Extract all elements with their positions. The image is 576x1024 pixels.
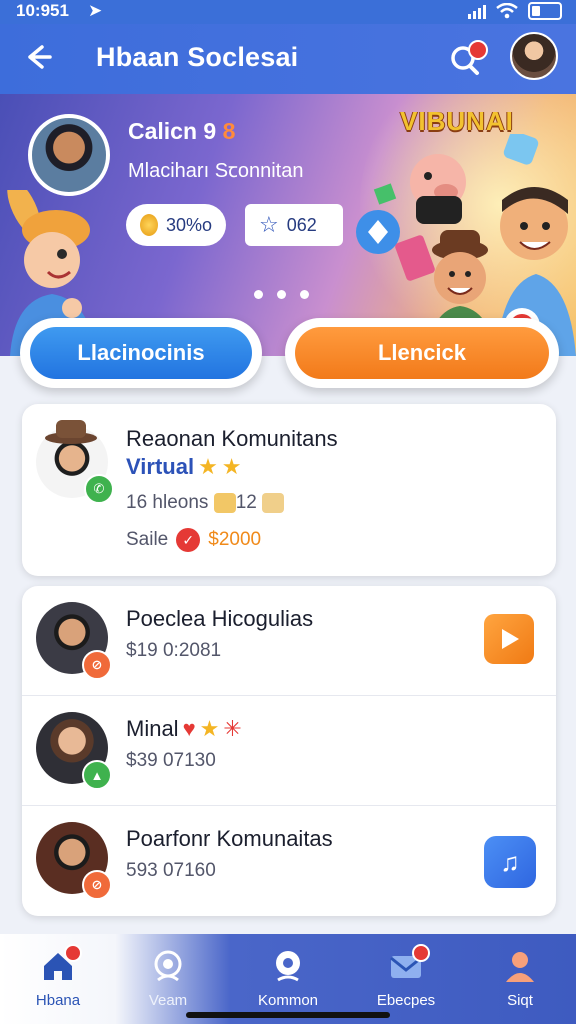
list-item-title: Poeclea Hicogulias bbox=[126, 606, 314, 631]
coins-pill[interactable]: 30%o bbox=[126, 204, 226, 246]
nav-item-home[interactable]: Hbana bbox=[8, 942, 108, 1014]
list-item[interactable]: ⊘ Poeclea Hicogulias $19 0:2081 bbox=[22, 586, 556, 696]
coin-icon bbox=[140, 214, 158, 236]
notification-dot bbox=[412, 944, 430, 962]
music-note-icon: ♫ bbox=[500, 846, 520, 877]
music-button[interactable]: ♫ bbox=[484, 836, 536, 888]
wifi-icon bbox=[496, 3, 518, 19]
list-item[interactable]: ▲ Minal ♥ ★ ✳ $39 07130 bbox=[22, 696, 556, 806]
carousel-dots[interactable] bbox=[254, 290, 309, 299]
profile-avatar[interactable] bbox=[28, 114, 110, 196]
app-bar: Hbaan Soclesai bbox=[0, 24, 576, 94]
stars-value: 062 bbox=[286, 214, 317, 235]
mail-icon bbox=[388, 944, 430, 984]
list-item-value: $39 07130 bbox=[126, 750, 216, 771]
notification-dot bbox=[64, 944, 82, 962]
nav-label: Veam bbox=[148, 992, 188, 1009]
sparkle-icon: ✳ bbox=[223, 716, 242, 741]
list-item-title: Poarfonr Komunaitas bbox=[126, 826, 333, 851]
phone-badge-icon: ✆ bbox=[84, 474, 114, 504]
home-indicator bbox=[186, 1012, 390, 1018]
chat-icon bbox=[270, 948, 306, 984]
location-icon: ➤ bbox=[88, 1, 103, 20]
notification-dot bbox=[468, 40, 488, 60]
list-item-value: $19 0:2081 bbox=[126, 640, 222, 661]
nav-label: Siqt bbox=[507, 992, 533, 1009]
nav-item-messages[interactable]: Ebecpes bbox=[356, 942, 456, 1014]
primary-action-label: Llacinocinis bbox=[30, 327, 252, 379]
star-icon: ★ bbox=[198, 454, 218, 479]
nav-label: Kommon bbox=[257, 992, 319, 1009]
status-bar: 10:951 ➤ bbox=[0, 0, 576, 24]
heart-icon: ♥ bbox=[182, 716, 196, 741]
profile-subtitle: Mlaciharı Sꞇonnitan bbox=[128, 160, 304, 182]
star-icon: ★ bbox=[221, 454, 242, 479]
coins-value: 30%o bbox=[165, 214, 212, 235]
secondary-action-button[interactable]: Llencick bbox=[285, 318, 559, 388]
play-icon bbox=[502, 629, 519, 649]
star-outline-icon: ☆ bbox=[259, 212, 279, 237]
back-arrow-icon[interactable] bbox=[20, 39, 56, 75]
battery-icon bbox=[528, 2, 562, 20]
nav-item-team[interactable]: Veam bbox=[118, 942, 218, 1014]
status-time: 10:951 bbox=[16, 1, 69, 20]
nav-label: Ebecpes bbox=[376, 992, 436, 1009]
badge-icon: ⊘ bbox=[82, 870, 112, 900]
community-list: ⊘ Poeclea Hicogulias $19 0:2081 ▲ Minal … bbox=[22, 586, 556, 916]
nav-label: Hbana bbox=[35, 992, 81, 1009]
badge-icon: ⊘ bbox=[82, 650, 112, 680]
nav-item-profile[interactable]: Siqt bbox=[470, 942, 570, 1014]
price-label: Saile bbox=[126, 529, 169, 550]
signal-icon bbox=[468, 4, 486, 19]
featured-title: Reaonan Komunitans bbox=[126, 426, 338, 451]
primary-action-button[interactable]: Llacinocinis bbox=[20, 318, 262, 388]
hero-banner: Calicn 9 8 Mlaciharı Sꞇonnitan 30%o ☆ 06… bbox=[0, 94, 576, 356]
search-button[interactable] bbox=[446, 40, 488, 80]
sale-icon: ✓ bbox=[176, 528, 201, 552]
action-buttons: Llacinocinis Llencick bbox=[0, 318, 576, 398]
star-icon: ★ bbox=[199, 716, 220, 741]
badge-icon: ▲ bbox=[82, 760, 112, 790]
banner-badge: VIBUNAI bbox=[400, 106, 514, 136]
featured-meta: 16 hleons 12 bbox=[126, 492, 285, 514]
list-item-title: Minal ♥ ★ ✳ bbox=[126, 716, 242, 741]
team-icon bbox=[150, 948, 186, 984]
nav-item-community[interactable]: Kommon bbox=[238, 942, 338, 1014]
featured-tag: Virtual ★ ★ bbox=[126, 454, 242, 479]
stars-pill[interactable]: ☆ 062 bbox=[245, 204, 343, 246]
price-value: $2000 bbox=[208, 529, 262, 550]
list-item[interactable]: ⊘ Poarfonr Komunaitas 593 07160 ♫ bbox=[22, 806, 556, 916]
hat-icon bbox=[45, 420, 97, 444]
bottom-navigation: Hbana Veam Kommon Ebecpes Siqt bbox=[0, 934, 576, 1024]
person-icon bbox=[502, 948, 538, 984]
user-avatar[interactable] bbox=[510, 32, 558, 80]
chip-icon bbox=[262, 492, 285, 513]
list-item-value: 593 07160 bbox=[126, 860, 216, 881]
page-title: Hbaan Soclesai bbox=[96, 42, 299, 72]
chip-icon bbox=[213, 492, 236, 513]
featured-community-card[interactable]: ✆ Reaonan Komunitans Virtual ★ ★ 16 hleo… bbox=[22, 404, 556, 576]
home-icon bbox=[40, 944, 82, 984]
featured-price-row: Saile ✓ $2000 bbox=[126, 528, 261, 552]
profile-name: Calicn 9 8 bbox=[128, 118, 236, 144]
secondary-action-label: Llencick bbox=[295, 327, 549, 379]
play-button[interactable] bbox=[484, 614, 534, 664]
